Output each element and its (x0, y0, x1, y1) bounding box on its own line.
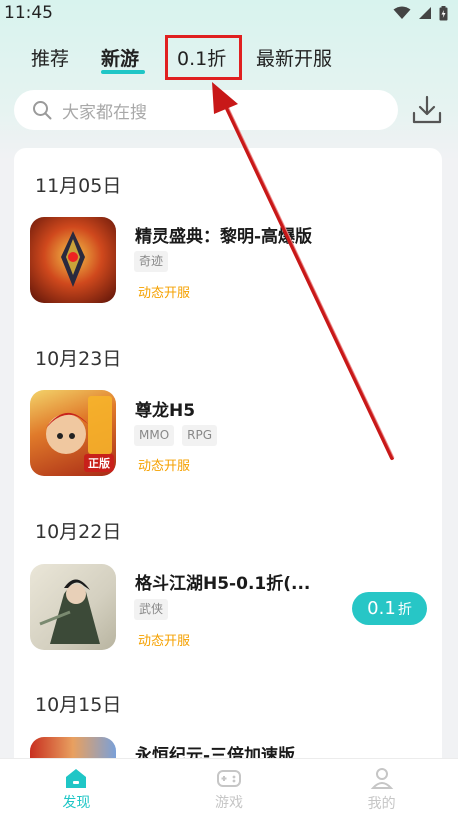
tab-recommend[interactable]: 推荐 (31, 44, 69, 71)
wifi-icon (393, 6, 411, 19)
server-status: 动态开服 (138, 634, 191, 649)
tag-row: MMO RPG (134, 425, 218, 446)
home-icon (66, 769, 87, 788)
genre-tag: MMO (134, 425, 175, 446)
server-status: 动态开服 (138, 286, 191, 301)
nav-games[interactable]: 游戏 (179, 767, 279, 812)
tag-row: 武侠 (134, 599, 169, 620)
user-icon (370, 768, 393, 789)
game-title[interactable]: 格斗江湖H5-0.1折(... (135, 569, 310, 594)
download-button[interactable] (410, 93, 444, 127)
bottom-nav: 发现 游戏 我的 (0, 758, 458, 820)
server-status: 动态开服 (138, 459, 191, 474)
game-icon[interactable]: 正版 (30, 390, 116, 476)
date-header: 10月22日 (35, 521, 122, 543)
icon-badge: 正版 (84, 454, 114, 472)
game-title[interactable]: 尊龙H5 (135, 396, 195, 421)
search-icon (33, 101, 52, 120)
active-tab-indicator (101, 70, 145, 74)
tag-row: 奇迹 (134, 251, 169, 272)
game-art (61, 231, 85, 287)
game-icon[interactable] (30, 217, 116, 303)
date-header: 10月23日 (35, 348, 122, 370)
nav-profile[interactable]: 我的 (332, 766, 432, 813)
discount-unit: 折 (397, 601, 412, 618)
nav-label: 我的 (367, 796, 396, 812)
date-header: 10月15日 (35, 694, 122, 716)
status-icons (393, 5, 448, 21)
status-time: 11:45 (4, 3, 53, 23)
game-icon[interactable] (30, 737, 116, 758)
nav-label: 游戏 (214, 795, 243, 811)
signal-icon (419, 7, 431, 19)
nav-discover[interactable]: 发现 (26, 767, 126, 812)
search-placeholder: 大家都在搜 (62, 102, 147, 123)
game-art (39, 579, 100, 644)
annotation-highlight-box (165, 35, 242, 80)
status-bar: 11:45 (0, 0, 458, 26)
search-input[interactable]: 大家都在搜 (14, 90, 398, 130)
genre-tag: 奇迹 (134, 251, 169, 272)
game-icon[interactable] (30, 564, 116, 650)
genre-tag: RPG (182, 425, 218, 446)
discount-value: 0.1 (367, 598, 396, 619)
genre-tag: 武侠 (134, 599, 169, 620)
download-icon (412, 95, 442, 124)
game-title[interactable]: 精灵盛典：黎明-高爆版 (135, 222, 312, 247)
date-header: 11月05日 (35, 175, 122, 197)
gamepad-icon (216, 770, 241, 787)
nav-label: 发现 (62, 795, 91, 811)
tab-latest-servers[interactable]: 最新开服 (256, 44, 332, 71)
battery-icon (439, 5, 448, 20)
discount-button[interactable]: 0.1 折 (352, 592, 427, 625)
tab-new-games[interactable]: 新游 (101, 44, 139, 71)
